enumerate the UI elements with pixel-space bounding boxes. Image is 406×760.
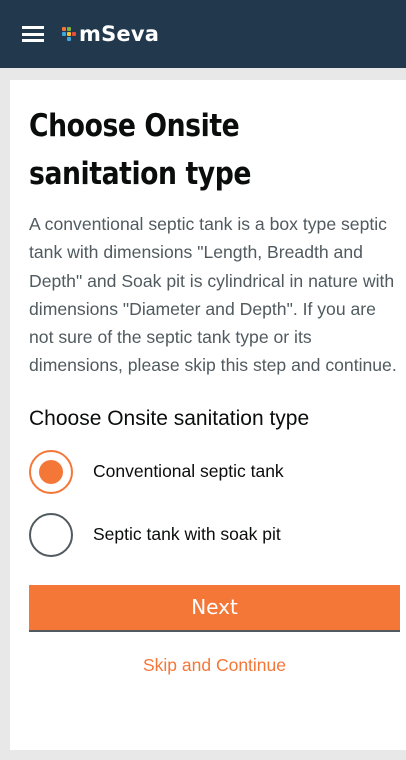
page-title: Choose Onsite sanitation type — [29, 108, 252, 192]
next-button[interactable]: Next — [29, 584, 400, 632]
radio-option-conventional-septic-tank[interactable]: Conventional septic tank — [29, 449, 406, 494]
radio-group-label: Choose Onsite sanitation type — [29, 406, 310, 430]
radio-option-label: Conventional septic tank — [93, 461, 284, 482]
radio-option-septic-tank-with-soak-pit[interactable]: Septic tank with soak pit — [29, 512, 406, 557]
app-logo: mSeva — [62, 22, 159, 46]
hamburger-menu-icon[interactable] — [22, 26, 44, 42]
page-description: A conventional septic tank is a box type… — [29, 214, 397, 376]
radio-button-checked[interactable] — [29, 449, 73, 494]
main-card: Choose Onsite sanitation type A conventi… — [10, 80, 406, 750]
radio-button-unchecked[interactable] — [29, 512, 73, 557]
logo-text: mSeva — [79, 22, 160, 46]
logo-mark-icon — [62, 27, 76, 41]
skip-and-continue-link[interactable]: Skip and Continue — [29, 655, 400, 676]
radio-option-label: Septic tank with soak pit — [93, 524, 281, 545]
top-app-bar: mSeva — [0, 0, 406, 68]
